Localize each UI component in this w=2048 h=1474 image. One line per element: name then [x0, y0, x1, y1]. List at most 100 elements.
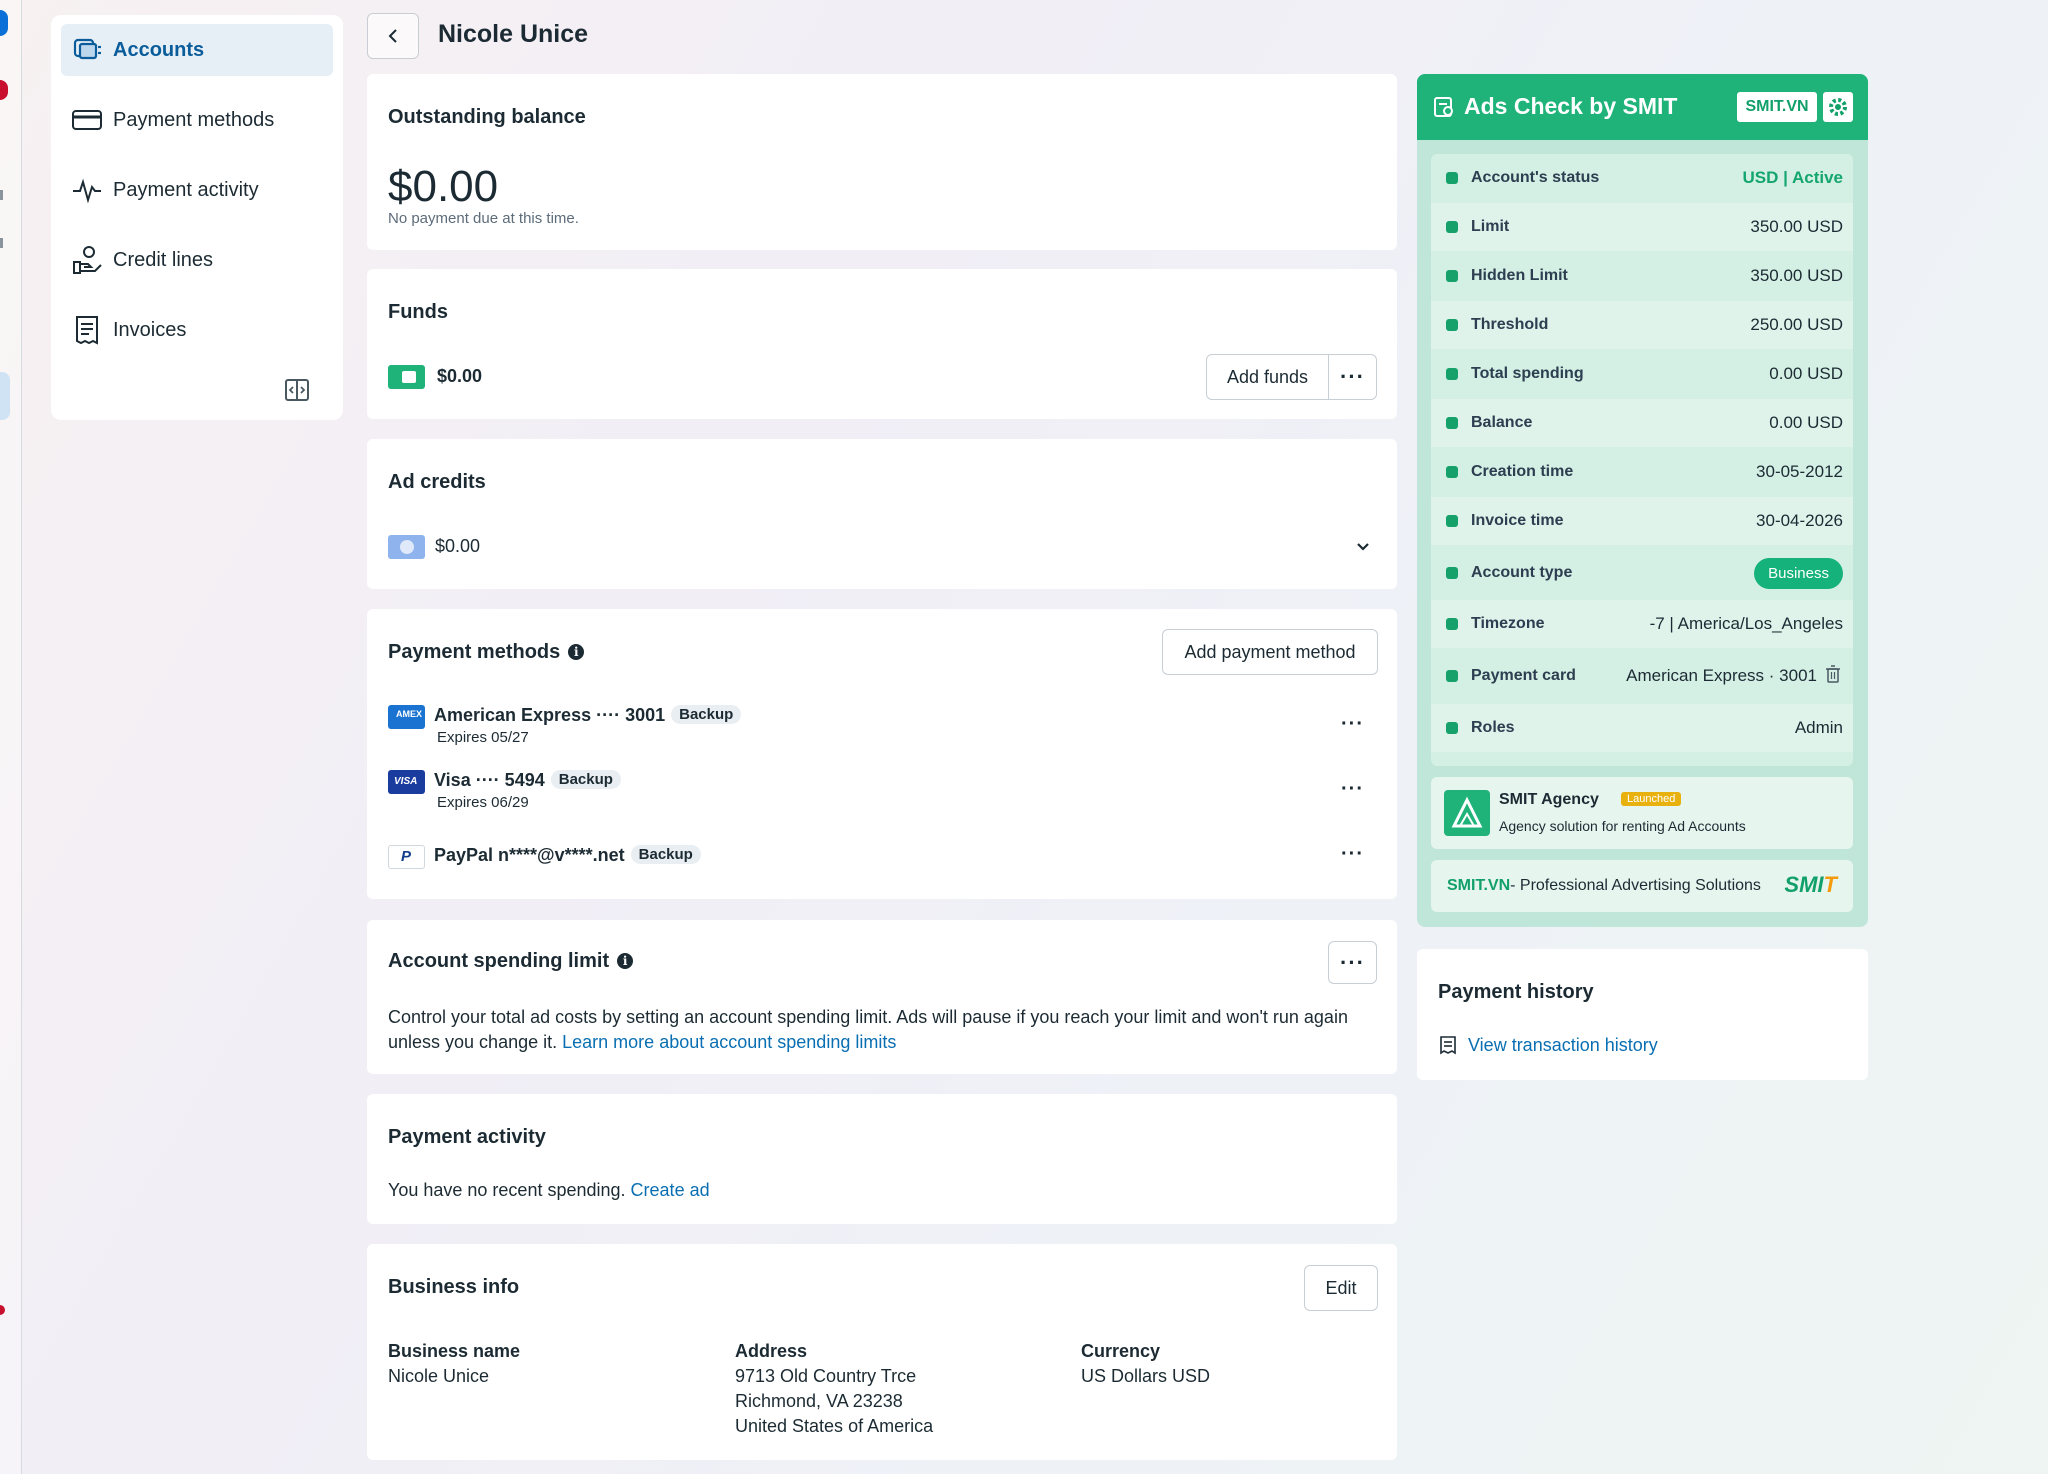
backup-badge: Backup — [630, 845, 701, 864]
payment-method-name: Visa ···· 5494 Backup — [434, 770, 621, 791]
learn-more-link[interactable]: Learn more about account spending limits — [562, 1032, 896, 1052]
notification-badge[interactable] — [0, 80, 8, 100]
report-icon — [1434, 97, 1453, 117]
sidebar-item-label: Payment activity — [113, 178, 259, 201]
rail-tick[interactable] — [0, 190, 3, 200]
smit-tag-button[interactable]: SMIT.VN — [1737, 92, 1817, 122]
detail-row-account-type: Account type Business — [1431, 549, 1853, 597]
payment-card-icon — [1443, 667, 1461, 685]
paypal-icon-text: P — [401, 848, 412, 865]
accounts-icon — [73, 38, 101, 60]
balance-amount: $0.00 — [388, 162, 499, 211]
info-icon[interactable]: i — [617, 953, 634, 969]
card-title: Business info — [388, 1276, 520, 1298]
sidebar-item-accounts[interactable]: Accounts — [61, 24, 333, 76]
detail-label: Invoice time — [1471, 512, 1564, 529]
ad-credits-amount: $0.00 — [435, 536, 481, 556]
limit-icon — [1443, 218, 1461, 236]
invoice-time-icon — [1443, 512, 1461, 530]
account-details-list: Account's status USD | Active Limit 350.00 … — [1431, 154, 1853, 766]
detail-row-limit: Limit 350.00 USD — [1431, 203, 1853, 251]
detail-label: Account's status — [1471, 169, 1600, 186]
detail-label: Threshold — [1471, 316, 1549, 333]
spending-limit-more-button[interactable]: ··· — [1328, 941, 1377, 984]
roles-icon — [1443, 719, 1461, 737]
detail-label: Total spending — [1471, 365, 1584, 382]
balance-icon — [1443, 414, 1461, 432]
detail-label: Limit — [1471, 218, 1510, 235]
detail-value: USD | Active — [1742, 168, 1844, 187]
sidebar-item-label: Payment methods — [113, 108, 275, 131]
detail-row-timezone: Timezone -7 | America/Los_Angeles — [1431, 600, 1853, 648]
status-icon — [1443, 169, 1461, 187]
outstanding-balance-card: Outstanding balance $0.00 No payment due… — [367, 74, 1397, 250]
payment-method-more-button[interactable]: ··· — [1341, 843, 1364, 866]
smit-footer[interactable]: SMIT.VN - Professional Advertising Solut… — [1431, 860, 1853, 912]
detail-row-hidden-limit: Hidden Limit 350.00 USD — [1431, 252, 1853, 300]
detail-value: 350.00 USD — [1750, 266, 1843, 285]
payment-method-more-button[interactable]: ··· — [1341, 713, 1364, 736]
detail-row-roles: Roles Admin — [1431, 704, 1853, 752]
business-info-card: Business info Edit Business name Nicole … — [367, 1244, 1397, 1460]
funds-more-button[interactable]: ··· — [1328, 354, 1377, 400]
card-title: Account spending limit i — [388, 950, 634, 973]
add-payment-method-button[interactable]: Add payment method — [1162, 629, 1378, 675]
settings-button[interactable] — [1823, 92, 1853, 122]
page-title: Nicole Unice — [438, 20, 589, 48]
info-icon[interactable]: i — [568, 644, 585, 660]
ads-check-panel: Ads Check by SMIT SMIT.VN Account's stat… — [1417, 74, 1868, 927]
detail-value: 0.00 USD — [1769, 413, 1843, 432]
rail-tick[interactable] — [0, 238, 3, 248]
business-name-value: Nicole Unice — [388, 1366, 490, 1386]
credit-lines-icon — [73, 246, 102, 274]
rail-indicator[interactable] — [0, 10, 8, 36]
amex-icon: AMEX — [388, 705, 425, 729]
card-title: Outstanding balance — [388, 106, 586, 128]
add-funds-button[interactable]: Add funds — [1206, 354, 1329, 400]
total-spending-icon — [1443, 365, 1461, 383]
sidebar-item-payment-methods[interactable]: Payment methods — [61, 94, 333, 146]
agency-name: SMIT Agency — [1499, 791, 1599, 808]
edit-button[interactable]: Edit — [1304, 1265, 1378, 1311]
trash-icon[interactable] — [1825, 664, 1841, 688]
agency-promo[interactable]: SMIT Agency Launched Agency solution for… — [1431, 777, 1853, 849]
currency-value: US Dollars USD — [1081, 1366, 1211, 1386]
create-ad-link[interactable]: Create ad — [631, 1180, 710, 1200]
detail-label: Balance — [1471, 414, 1533, 431]
funds-card: Funds $0.00 Add funds ··· — [367, 269, 1397, 419]
account-type-pill: Business — [1754, 557, 1843, 589]
hidden-limit-icon — [1443, 267, 1461, 285]
sidebar-item-payment-activity[interactable]: Payment activity — [61, 164, 333, 216]
payment-method-more-button[interactable]: ··· — [1341, 778, 1364, 801]
sidebar-item-label: Invoices — [113, 318, 187, 341]
detail-value: 0.00 USD — [1769, 364, 1843, 383]
sidebar-item-credit-lines[interactable]: Credit lines — [61, 234, 333, 286]
backup-badge: Backup — [671, 705, 742, 724]
view-transaction-history-link[interactable]: View transaction history — [1468, 1035, 1658, 1056]
collapse-sidebar-icon[interactable] — [283, 376, 311, 404]
paypal-icon: P — [388, 845, 425, 869]
payment-method-name: American Express ···· 3001 Backup — [434, 705, 742, 726]
detail-value: 350.00 USD — [1750, 217, 1843, 236]
detail-value: 30-05-2012 — [1756, 462, 1843, 481]
sidebar-item-label: Accounts — [113, 38, 205, 61]
sidebar-item-label: Credit lines — [113, 248, 214, 271]
card-title-text: Account spending limit — [388, 950, 610, 972]
gear-icon — [1829, 98, 1847, 116]
detail-row-balance: Balance 0.00 USD — [1431, 399, 1853, 447]
footer-brand: SMIT.VN — [1447, 877, 1511, 894]
back-button[interactable] — [367, 13, 419, 59]
backup-badge: Backup — [550, 770, 621, 789]
sidebar-item-invoices[interactable]: Invoices — [61, 304, 333, 356]
card-title: Payment activity — [388, 1126, 546, 1148]
currency-label: Currency — [1081, 1341, 1161, 1361]
payment-activity-text: You have no recent spending. Create ad — [388, 1180, 710, 1201]
rail-active-indicator[interactable] — [0, 372, 10, 420]
payment-method-expiry: Expires 06/29 — [437, 794, 529, 811]
panel-title: Ads Check by SMIT — [1464, 93, 1678, 119]
launched-badge: Launched — [1621, 792, 1682, 806]
chevron-down-icon[interactable] — [1355, 539, 1371, 555]
agency-logo — [1444, 790, 1490, 836]
threshold-icon — [1443, 316, 1461, 334]
visa-icon-text: VISA — [394, 776, 418, 787]
